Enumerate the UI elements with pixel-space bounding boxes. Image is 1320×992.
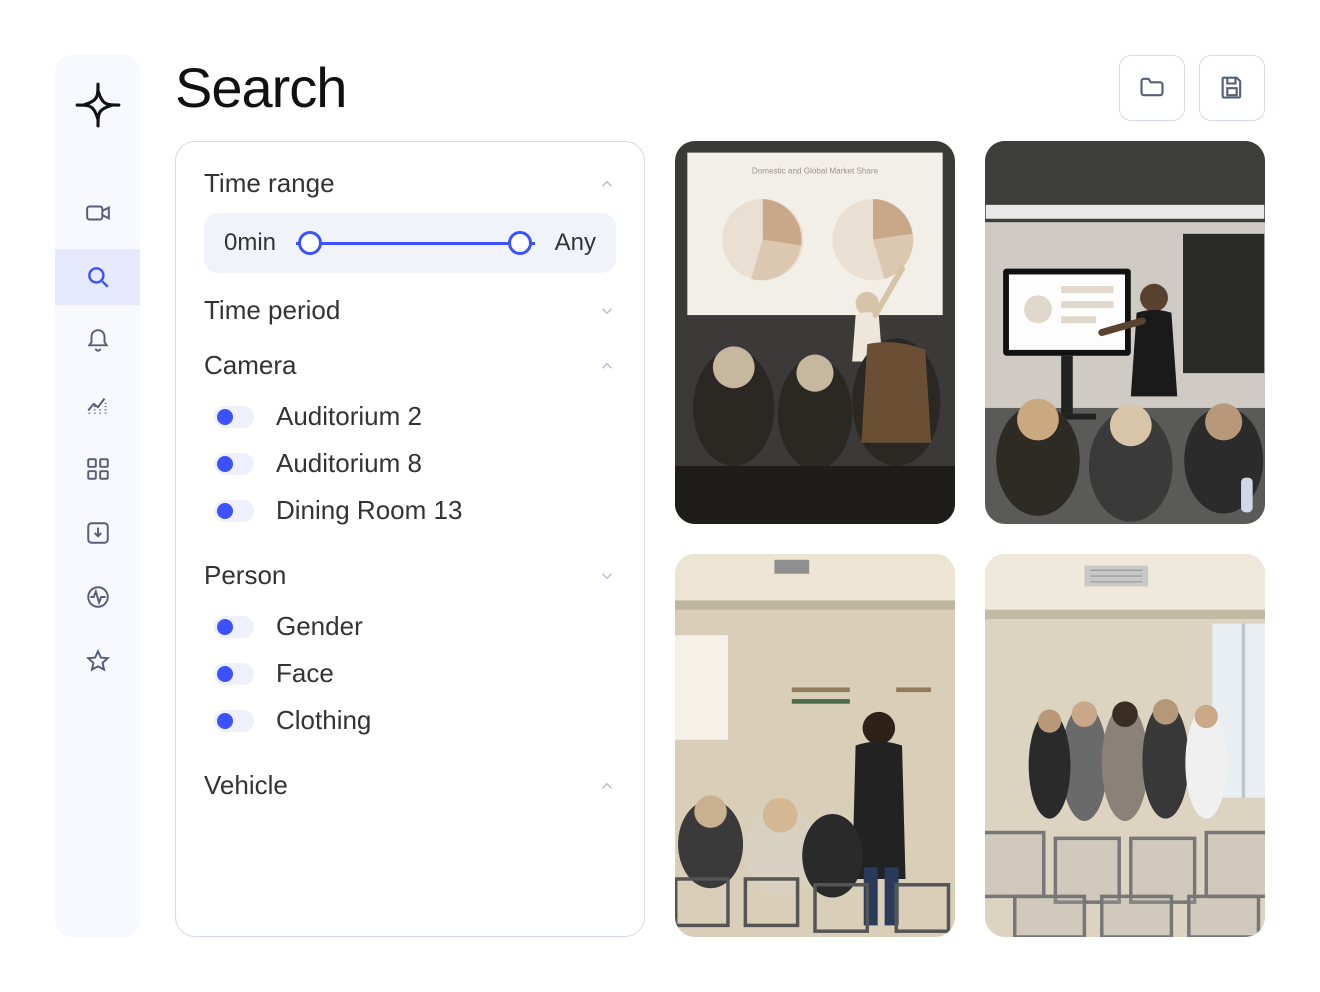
filter-time-period: Time period — [204, 287, 616, 334]
toggle[interactable] — [214, 663, 254, 685]
result-thumb-2[interactable] — [985, 141, 1265, 524]
header-actions — [1119, 55, 1265, 121]
filter-camera-header[interactable]: Camera — [204, 342, 616, 389]
filter-title: Camera — [204, 350, 296, 381]
slider-handle-min[interactable] — [298, 231, 322, 255]
filter-title: Person — [204, 560, 286, 591]
slider-handle-max[interactable] — [508, 231, 532, 255]
nav-analytics[interactable] — [55, 377, 140, 433]
person-item-gender: Gender — [214, 603, 616, 650]
nav-favorites[interactable] — [55, 633, 140, 689]
toggle-label: Dining Room 13 — [276, 495, 462, 526]
filter-camera: Camera Auditorium 2 Auditorium 8 — [204, 342, 616, 544]
nav-grid[interactable] — [55, 441, 140, 497]
content: Time range 0min Any — [175, 141, 1265, 937]
results-grid: Domestic and Global Market Share — [675, 141, 1265, 937]
filter-person-header[interactable]: Person — [204, 552, 616, 599]
folder-icon — [1138, 73, 1166, 104]
slider-max-label: Any — [555, 229, 596, 257]
filter-vehicle-header[interactable]: Vehicle — [204, 762, 616, 809]
chevron-down-icon — [598, 302, 616, 320]
camera-item-auditorium-2: Auditorium 2 — [214, 393, 616, 440]
toggle[interactable] — [214, 406, 254, 428]
toggle-label: Auditorium 8 — [276, 448, 422, 479]
folder-button[interactable] — [1119, 55, 1185, 121]
chevron-up-icon — [598, 777, 616, 795]
filter-title: Time period — [204, 295, 340, 326]
svg-text:Domestic and Global Market Sha: Domestic and Global Market Share — [752, 166, 879, 175]
toggle[interactable] — [214, 710, 254, 732]
page-title: Search — [175, 55, 346, 120]
toggle-label: Auditorium 2 — [276, 401, 422, 432]
filter-vehicle: Vehicle — [204, 762, 616, 809]
filter-title: Vehicle — [204, 770, 288, 801]
save-icon — [1218, 73, 1246, 104]
toggle[interactable] — [214, 453, 254, 475]
time-range-slider-row: 0min Any — [204, 213, 616, 273]
chevron-up-icon — [598, 175, 616, 193]
save-button[interactable] — [1199, 55, 1265, 121]
toggle-label: Clothing — [276, 705, 371, 736]
chevron-down-icon — [598, 567, 616, 585]
nav-download[interactable] — [55, 505, 140, 561]
person-item-clothing: Clothing — [214, 697, 616, 744]
filter-panel: Time range 0min Any — [175, 141, 645, 937]
nav-camera[interactable] — [55, 185, 140, 241]
main: Search Time range — [140, 55, 1265, 937]
result-thumb-1[interactable]: Domestic and Global Market Share — [675, 141, 955, 524]
slider-min-label: 0min — [224, 229, 276, 257]
toggle-label: Gender — [276, 611, 363, 642]
camera-item-auditorium-8: Auditorium 8 — [214, 440, 616, 487]
result-thumb-4[interactable] — [985, 554, 1265, 937]
nav-activity[interactable] — [55, 569, 140, 625]
person-item-face: Face — [214, 650, 616, 697]
toggle-label: Face — [276, 658, 334, 689]
time-range-slider[interactable] — [296, 231, 535, 255]
chevron-up-icon — [598, 357, 616, 375]
person-list: Gender Face Clothing — [204, 599, 616, 754]
nav-alerts[interactable] — [55, 313, 140, 369]
filter-time-period-header[interactable]: Time period — [204, 287, 616, 334]
header: Search — [175, 55, 1265, 121]
filter-time-range: Time range 0min Any — [204, 160, 616, 273]
result-thumb-3[interactable] — [675, 554, 955, 937]
toggle[interactable] — [214, 500, 254, 522]
filter-time-range-header[interactable]: Time range — [204, 160, 616, 207]
app-logo — [73, 80, 123, 130]
sidebar — [55, 55, 140, 937]
toggle[interactable] — [214, 616, 254, 638]
filter-person: Person Gender Face — [204, 552, 616, 754]
camera-item-dining-room-13: Dining Room 13 — [214, 487, 616, 534]
camera-list: Auditorium 2 Auditorium 8 Dining Room 13 — [204, 389, 616, 544]
nav-search[interactable] — [55, 249, 140, 305]
filter-title: Time range — [204, 168, 335, 199]
